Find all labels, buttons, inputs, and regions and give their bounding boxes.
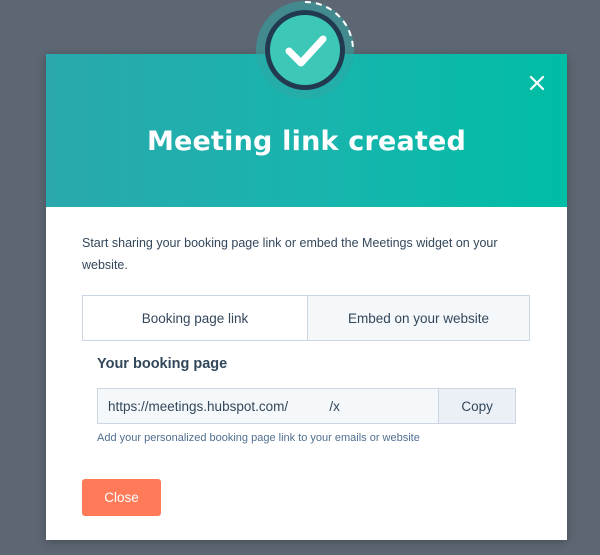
copy-button[interactable]: Copy (439, 388, 516, 424)
booking-url-input[interactable] (97, 388, 440, 424)
close-button[interactable]: Close (82, 479, 161, 516)
modal-title: Meeting link created (146, 126, 467, 157)
meeting-link-modal: Meeting link created Start sharing your … (46, 54, 567, 540)
modal-description: Start sharing your booking page link or … (82, 236, 498, 272)
checkmark-icon (253, 0, 357, 104)
screen: Meeting link created Start sharing your … (0, 0, 600, 555)
booking-helper-text: Add your personalized booking page link … (97, 432, 420, 444)
tab-booking-page-link[interactable]: Booking page link (83, 296, 307, 340)
booking-url-group: Copy (97, 388, 516, 424)
tab-embed-on-website[interactable]: Embed on your website (307, 296, 529, 340)
booking-page-label: Your booking page (97, 356, 228, 372)
close-icon[interactable] (526, 72, 548, 94)
tab-bar: Booking page link Embed on your website (82, 295, 530, 341)
